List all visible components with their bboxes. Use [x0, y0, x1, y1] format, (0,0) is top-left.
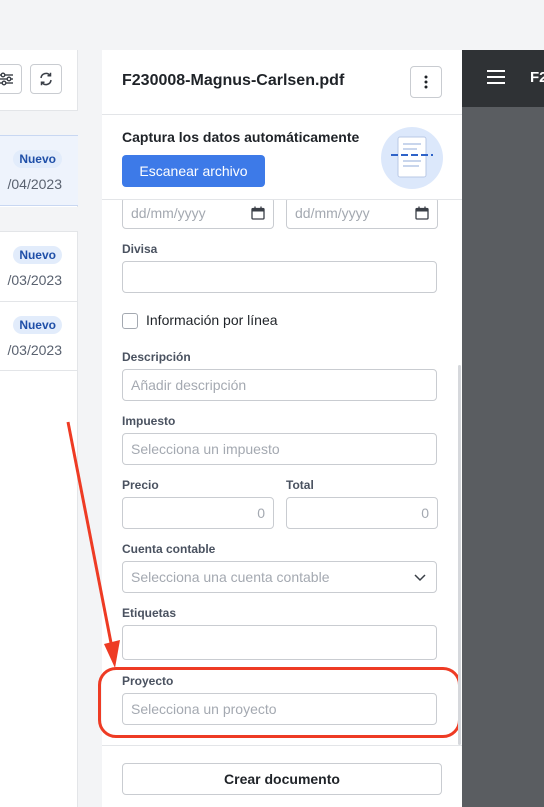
document-form-panel: F230008-Magnus-Carlsen.pdf dd/mm/yyyy dd… — [98, 50, 462, 807]
account-label: Cuenta contable — [122, 542, 216, 556]
list-item[interactable]: Nuevo /04/2023 — [0, 135, 78, 206]
total-input[interactable]: 0 — [286, 497, 438, 529]
annotation-highlight — [98, 667, 461, 738]
price-input[interactable]: 0 — [122, 497, 274, 529]
auto-capture-section: Captura los datos automáticamente Escane… — [102, 116, 462, 200]
sliders-icon — [0, 72, 13, 86]
document-viewer: F2 — [462, 50, 544, 807]
scan-file-button[interactable]: Escanear archivo — [122, 155, 265, 187]
total-value: 0 — [421, 505, 429, 521]
refresh-icon — [40, 72, 52, 86]
more-vertical-icon — [424, 75, 428, 89]
currency-input[interactable] — [122, 261, 437, 293]
price-label: Precio — [122, 478, 159, 492]
document-scan-icon — [381, 127, 443, 189]
tags-label: Etiquetas — [122, 606, 177, 620]
file-name-title: F230008-Magnus-Carlsen.pdf — [122, 72, 345, 89]
document-list-panel: Nuevo /04/2023 Nuevo /03/2023 Nuevo /03/… — [0, 50, 78, 807]
description-label: Descripción — [122, 350, 191, 364]
description-input[interactable]: Añadir descripción — [122, 369, 437, 401]
issue-date-placeholder: dd/mm/yyyy — [131, 205, 206, 221]
form-footer: Crear documento — [102, 745, 462, 807]
currency-label: Divisa — [122, 242, 158, 256]
viewer-toolbar: F2 — [462, 50, 544, 107]
account-select[interactable]: Selecciona una cuenta contable — [122, 561, 437, 593]
issue-date-input[interactable]: dd/mm/yyyy — [122, 197, 274, 229]
viewer-title: F2 — [530, 69, 544, 86]
document-date: /03/2023 — [7, 342, 63, 358]
status-badge: Nuevo — [13, 246, 62, 264]
filter-settings-button[interactable] — [0, 64, 22, 94]
chevron-down-icon — [414, 574, 426, 582]
group-header — [0, 207, 78, 231]
menu-icon[interactable] — [487, 70, 505, 84]
document-date: /04/2023 — [7, 176, 63, 192]
list-item[interactable]: Nuevo /03/2023 — [0, 301, 78, 371]
calendar-icon — [251, 206, 265, 220]
status-badge: Nuevo — [13, 150, 62, 168]
create-document-button[interactable]: Crear documento — [122, 763, 442, 795]
per-line-label: Información por línea — [146, 312, 278, 328]
due-date-placeholder: dd/mm/yyyy — [295, 205, 370, 221]
auto-capture-title: Captura los datos automáticamente — [122, 129, 360, 145]
tax-placeholder: Selecciona un impuesto — [131, 441, 280, 457]
group-header — [0, 111, 78, 135]
status-badge: Nuevo — [13, 316, 62, 334]
calendar-icon — [415, 206, 429, 220]
form-header: F230008-Magnus-Carlsen.pdf — [102, 50, 462, 115]
tags-input[interactable] — [122, 625, 437, 660]
total-label: Total — [286, 478, 314, 492]
account-placeholder: Selecciona una cuenta contable — [131, 569, 330, 585]
scrollbar[interactable] — [458, 365, 461, 745]
per-line-checkbox[interactable] — [122, 313, 138, 329]
description-placeholder: Añadir descripción — [131, 377, 247, 393]
due-date-input[interactable]: dd/mm/yyyy — [286, 197, 438, 229]
document-date: /03/2023 — [7, 272, 63, 288]
refresh-button[interactable] — [30, 64, 62, 94]
price-value: 0 — [257, 505, 265, 521]
tax-select[interactable]: Selecciona un impuesto — [122, 433, 437, 465]
list-item[interactable]: Nuevo /03/2023 — [0, 231, 78, 301]
tax-label: Impuesto — [122, 414, 176, 428]
more-options-button[interactable] — [410, 66, 442, 98]
